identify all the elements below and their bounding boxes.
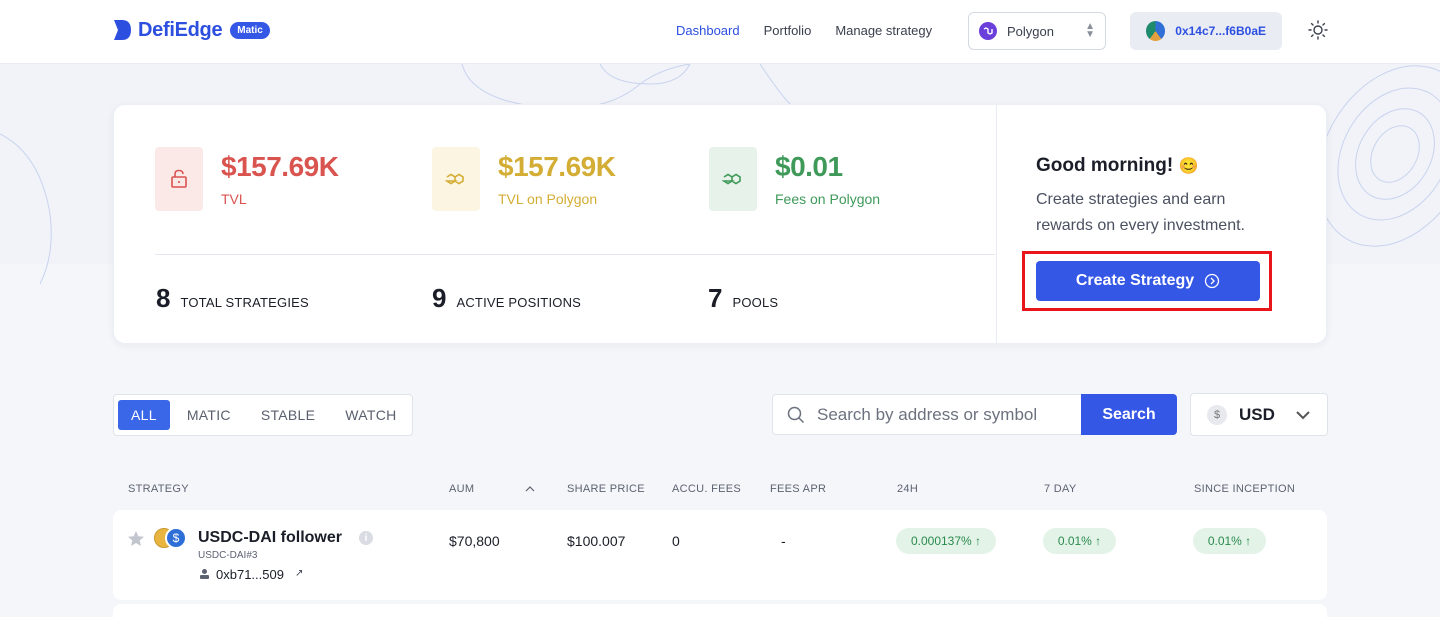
table-row[interactable]: $ USDC-DAI follower i USDC-DAI#3 0xb71..… — [113, 510, 1327, 600]
col-share-price: SHARE PRICE — [567, 483, 645, 495]
defiedge-logo-icon — [114, 20, 131, 40]
smile-emoji-icon: 😊 — [1178, 158, 1199, 175]
tvl-polygon-value: $157.69K — [498, 151, 616, 182]
star-icon[interactable] — [127, 530, 145, 547]
tvl-value: $157.69K — [221, 151, 339, 182]
pools-num: 7 — [708, 283, 723, 313]
sort-up-icon[interactable] — [525, 485, 535, 493]
polygon-icon — [979, 22, 997, 40]
greeting-text: Create strategies and earn rewards on ev… — [1036, 191, 1245, 234]
active-positions: 9 ACTIVE POSITIONS — [432, 283, 581, 314]
stat-fees-polygon: $0.01 Fees on Polygon — [709, 147, 880, 211]
col-accu-fees: ACCU. FEES — [672, 483, 742, 495]
currency-selector[interactable]: $ USD — [1190, 393, 1328, 436]
usdc-token-icon: $ — [165, 527, 187, 549]
wallet-address: 0x14c7...f6B0aE — [1175, 24, 1266, 38]
divider — [155, 254, 995, 255]
col-fees-apr: FEES APR — [770, 483, 827, 495]
wallet-button[interactable]: 0x14c7...f6B0aE — [1130, 12, 1282, 50]
chevron-down-icon — [1296, 410, 1310, 419]
col-24h: 24H — [897, 483, 919, 495]
network-label: Polygon — [1007, 23, 1054, 39]
tvl-polygon-label: TVL on Polygon — [498, 191, 598, 207]
aum-value: $70,800 — [449, 533, 500, 549]
nav-dashboard[interactable]: Dashboard — [676, 23, 740, 38]
search-box — [772, 394, 1082, 435]
stat-tvl: $157.69K TVL — [155, 147, 339, 211]
search-button[interactable]: Search — [1081, 394, 1177, 435]
tab-watch[interactable]: WATCH — [332, 400, 409, 430]
sun-icon[interactable] — [1308, 20, 1328, 40]
fees-polygon-label: Fees on Polygon — [775, 191, 881, 207]
external-link-icon[interactable]: ↗ — [295, 568, 303, 579]
fees-apr-value: - — [781, 533, 786, 549]
lock-icon — [155, 147, 203, 211]
currency-label: USD — [1239, 404, 1275, 424]
stat-tvl-polygon: $157.69K TVL on Polygon — [432, 147, 616, 211]
polygon-icon — [432, 147, 480, 211]
change-24h-badge: 0.000137% ↑ — [896, 528, 996, 554]
col-since-inception: SINCE INCEPTION — [1194, 483, 1296, 495]
search-input[interactable] — [817, 404, 1057, 425]
logo[interactable]: DefiEdge Matic — [112, 18, 270, 42]
pools: 7 POOLS — [708, 283, 778, 314]
active-positions-label: ACTIVE POSITIONS — [456, 295, 582, 310]
top-header: DefiEdge Matic Dashboard Portfolio Manag… — [0, 0, 1440, 64]
tab-matic[interactable]: MATIC — [174, 400, 244, 430]
polygon-icon — [709, 147, 757, 211]
nav-portfolio[interactable]: Portfolio — [764, 23, 812, 38]
network-selector[interactable]: Polygon ▲ ▼ — [968, 12, 1106, 50]
total-strategies-num: 8 — [156, 283, 171, 313]
main-nav: Dashboard Portfolio Manage strategy — [676, 23, 932, 38]
network-badge: Matic — [230, 21, 270, 39]
greeting-title: Good morning! 😊 — [1036, 155, 1199, 176]
chevron-updown-icon: ▲ ▼ — [1085, 21, 1095, 40]
strategy-name[interactable]: USDC-DAI follower — [198, 529, 342, 547]
active-positions-num: 9 — [432, 283, 447, 313]
user-icon — [200, 569, 209, 579]
pools-label: POOLS — [732, 295, 779, 310]
share-price-value: $100.007 — [567, 533, 626, 549]
wallet-avatar — [1146, 21, 1166, 41]
vertical-divider — [996, 105, 997, 343]
col-aum[interactable]: AUM — [449, 483, 474, 495]
tab-all[interactable]: ALL — [118, 400, 170, 430]
dollar-icon: $ — [1207, 404, 1227, 425]
highlight-box — [1022, 251, 1272, 311]
strategy-address[interactable]: 0xb71...509 — [216, 567, 284, 582]
fees-polygon-value: $0.01 — [775, 151, 843, 182]
col-7day: 7 DAY — [1044, 483, 1077, 495]
search-icon — [787, 406, 805, 423]
total-strategies-label: TOTAL STRATEGIES — [180, 295, 309, 310]
nav-manage-strategy[interactable]: Manage strategy — [835, 23, 932, 38]
table-row[interactable] — [113, 604, 1327, 617]
change-7day-badge: 0.01% ↑ — [1043, 528, 1116, 554]
logo-text: DefiEdge — [138, 18, 223, 41]
total-strategies: 8 TOTAL STRATEGIES — [156, 283, 309, 314]
strategy-pair-id: USDC-DAI#3 — [198, 550, 258, 561]
col-strategy: STRATEGY — [128, 483, 189, 495]
change-inception-badge: 0.01% ↑ — [1193, 528, 1266, 554]
tvl-label: TVL — [221, 191, 247, 207]
filter-tabs: ALL MATIC STABLE WATCH — [113, 394, 413, 436]
info-icon[interactable]: i — [359, 531, 373, 545]
tab-stable[interactable]: STABLE — [248, 400, 328, 430]
accu-fees-value: 0 — [672, 533, 680, 549]
